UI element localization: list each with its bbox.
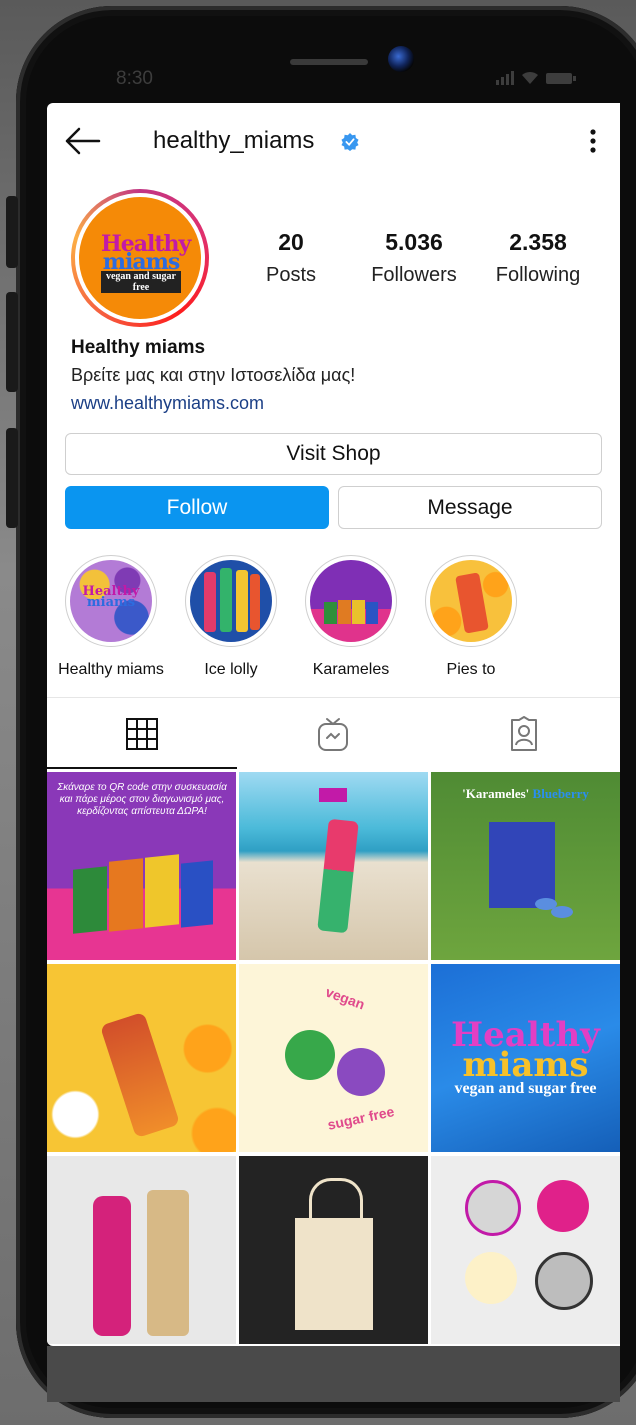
profile-display-name: Healthy miams xyxy=(71,337,206,358)
post-karameles-blueberry[interactable]: 'Karameles' Blueberry xyxy=(431,772,620,960)
post-karameles-flavor: Blueberry xyxy=(532,786,589,801)
back-arrow-icon xyxy=(65,127,101,155)
tabs-divider xyxy=(47,697,620,698)
back-button[interactable] xyxy=(63,125,103,157)
phone-side-button-2 xyxy=(6,292,18,392)
highlight-label: Pies to xyxy=(446,661,496,678)
phone-speaker xyxy=(290,59,368,65)
highlight-karameles[interactable]: Karameles xyxy=(289,555,413,679)
highlight-label: Karameles xyxy=(312,661,390,678)
highlight-label: Ice lolly xyxy=(204,661,258,678)
highlight-thumbnail xyxy=(190,560,272,642)
tab-igtv[interactable] xyxy=(238,709,428,759)
post-logo-pool[interactable]: Healthy miams vegan and sugar free xyxy=(431,964,620,1152)
more-options-button[interactable] xyxy=(583,123,603,159)
highlight-ice-lolly[interactable]: Ice lolly xyxy=(169,555,293,679)
signal-icon xyxy=(496,71,514,85)
visit-shop-button[interactable]: Visit Shop xyxy=(65,433,602,475)
profile-website-link[interactable]: www.healthymiams.com xyxy=(71,393,264,414)
profile-header-bar: healthy_miams xyxy=(47,103,620,179)
post-bottles[interactable] xyxy=(47,1156,236,1344)
post-vegan-sugar-free[interactable]: vegan sugar free xyxy=(239,964,428,1152)
highlight-healthy-miams[interactable]: Healthy miams Healthy miams xyxy=(49,555,173,679)
post-pins[interactable] xyxy=(431,1156,620,1344)
avatar-image: Healthy miams vegan and sugar free xyxy=(79,197,201,319)
instagram-profile-screen: healthy_miams Healthy miams vegan and su… xyxy=(47,103,620,1346)
profile-avatar[interactable]: Healthy miams vegan and sugar free xyxy=(71,189,209,327)
status-time: 8:30 xyxy=(116,68,153,89)
following-count[interactable]: 2.358 Following xyxy=(478,229,598,287)
post-pies-to-orange[interactable] xyxy=(47,964,236,1152)
healthy-miams-logo: Healthy miams vegan and sugar free xyxy=(101,231,191,293)
active-tab-indicator xyxy=(47,767,237,769)
bottom-bar xyxy=(47,1346,620,1402)
wifi-icon xyxy=(522,71,538,84)
igtv-icon xyxy=(318,718,348,751)
followers-count[interactable]: 5.036 Followers xyxy=(354,229,474,287)
phone-side-button-1 xyxy=(6,196,18,268)
followers-count-label: Followers xyxy=(371,264,457,286)
verified-badge-icon xyxy=(341,133,359,151)
highlight-thumbnail xyxy=(430,560,512,642)
profile-username: healthy_miams xyxy=(153,127,315,154)
status-icons xyxy=(496,70,576,85)
posts-grid: Σκάναρε το QR code στην συσκευασία και π… xyxy=(47,772,620,1346)
followers-count-value: 5.036 xyxy=(385,229,443,255)
phone-side-button-3 xyxy=(6,428,18,528)
follow-button[interactable]: Follow xyxy=(65,486,329,529)
post-tote-bag[interactable] xyxy=(239,1156,428,1344)
tab-grid[interactable] xyxy=(47,709,237,759)
battery-icon xyxy=(546,73,576,84)
highlight-pies-to[interactable]: Pies to xyxy=(409,555,533,679)
tab-tagged[interactable] xyxy=(429,709,619,759)
post-ice-lolly-beach[interactable] xyxy=(239,772,428,960)
profile-bio: Βρείτε μας και στην Ιστοσελίδα μας! xyxy=(71,365,356,385)
tagged-user-icon xyxy=(511,716,537,751)
posts-count-label: Posts xyxy=(265,264,317,286)
posts-count[interactable]: 20 Posts xyxy=(231,229,351,287)
following-count-value: 2.358 xyxy=(509,229,567,255)
posts-count-value: 20 xyxy=(278,229,304,255)
grid-icon xyxy=(126,718,158,750)
phone-camera xyxy=(388,46,414,72)
post-karameles-title: 'Karameles' xyxy=(462,786,530,801)
following-count-label: Following xyxy=(495,264,581,286)
highlight-thumbnail: Healthy miams xyxy=(70,560,152,642)
more-vertical-icon xyxy=(590,129,596,153)
highlight-thumbnail xyxy=(310,560,392,642)
highlight-label: Healthy miams xyxy=(58,661,164,678)
message-button[interactable]: Message xyxy=(338,486,602,529)
post-qr-contest[interactable]: Σκάναρε το QR code στην συσκευασία και π… xyxy=(47,772,236,960)
